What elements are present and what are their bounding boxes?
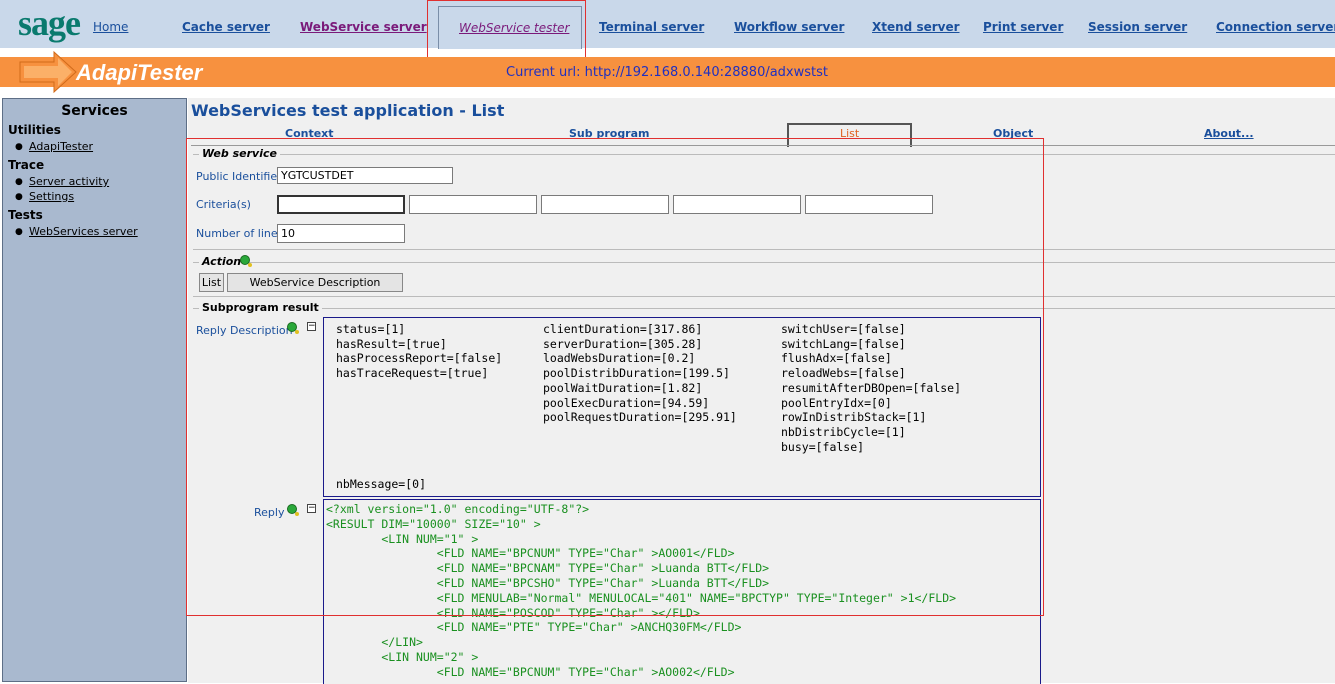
sage-logo: sage [18, 3, 81, 43]
bullet-icon: ● [15, 227, 23, 237]
sidebar-link-settings[interactable]: Settings [29, 190, 74, 203]
nav-print-server[interactable]: Print server [983, 20, 1063, 34]
bullet-icon: ● [15, 192, 23, 202]
highlight-box-main [186, 138, 1044, 616]
page-title: WebServices test application - List [191, 101, 505, 120]
nav-home-link[interactable]: Home [93, 20, 128, 34]
bullet-icon: ● [15, 142, 23, 152]
nav-xtend-server[interactable]: Xtend server [872, 20, 960, 34]
services-sidebar: Services Utilities ● AdapiTester Trace ●… [2, 98, 187, 682]
sidebar-heading-trace: Trace [8, 158, 45, 172]
nav-session-server[interactable]: Session server [1088, 20, 1187, 34]
sidebar-heading-utilities: Utilities [8, 123, 61, 137]
highlight-box-nav [427, 0, 586, 60]
bullet-icon: ● [15, 177, 23, 187]
sidebar-link-webservices-server[interactable]: WebServices server [29, 225, 138, 238]
sidebar-heading-tests: Tests [8, 208, 43, 222]
nav-webservice-server[interactable]: WebService server [300, 20, 427, 34]
sidebar-link-adapitester[interactable]: AdapiTester [29, 140, 93, 153]
nav-connection-server[interactable]: Connection server [1216, 20, 1335, 34]
nav-cache-server[interactable]: Cache server [182, 20, 270, 34]
sidebar-title: Services [61, 103, 128, 119]
tab-about[interactable]: About... [1204, 127, 1254, 140]
app-title: AdapiTester [76, 60, 203, 85]
current-url: Current url: http://192.168.0.140:28880/… [506, 65, 828, 80]
nav-terminal-server[interactable]: Terminal server [599, 20, 704, 34]
arrow-logo-icon [19, 50, 77, 94]
nav-workflow-server[interactable]: Workflow server [734, 20, 844, 34]
sidebar-link-server-activity[interactable]: Server activity [29, 175, 109, 188]
